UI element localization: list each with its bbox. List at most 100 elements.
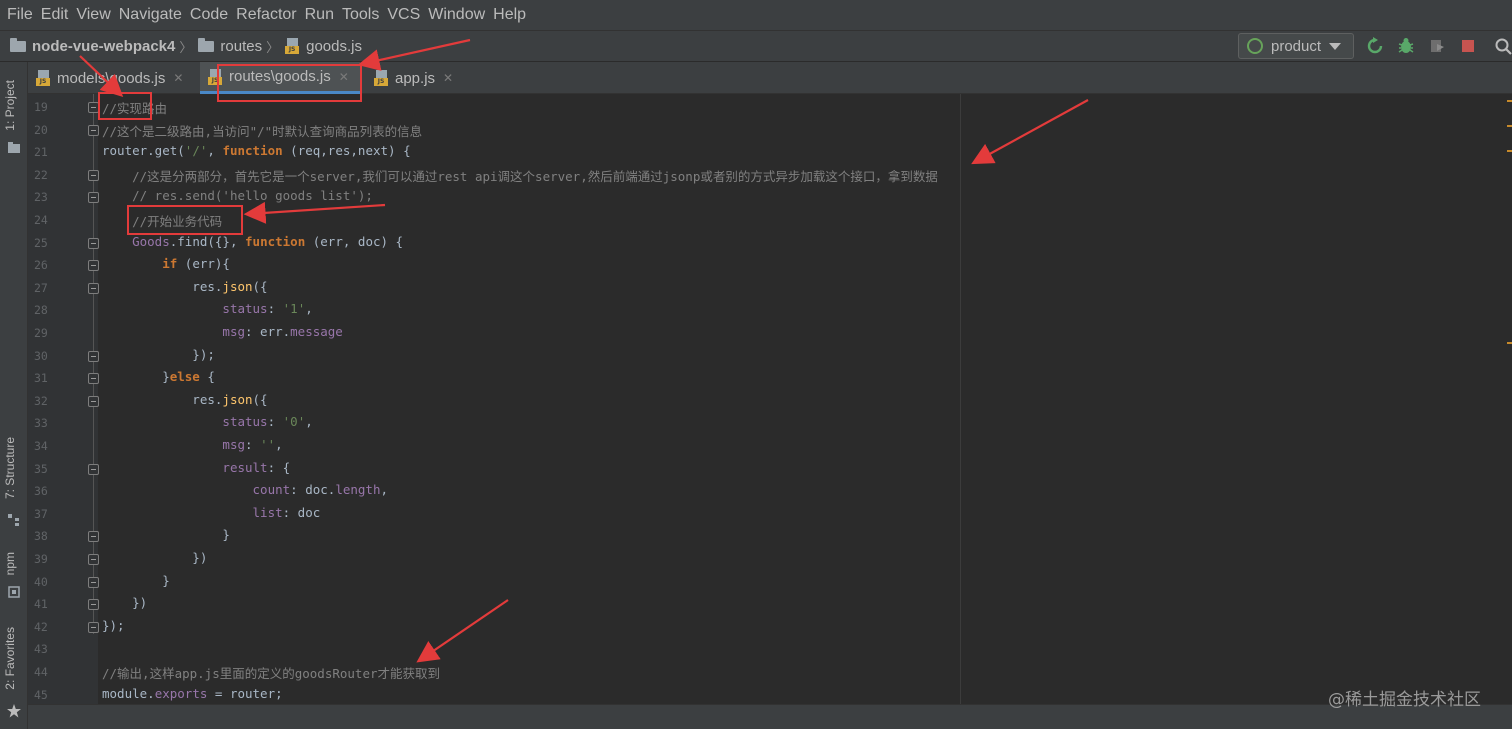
search-icon[interactable] bbox=[1494, 37, 1512, 55]
breadcrumb-file[interactable]: goods.js bbox=[306, 38, 362, 55]
menu-item-window[interactable]: Window bbox=[428, 6, 485, 24]
code-line[interactable]: //这是分两部分，首先它是一个server,我们可以通过rest api调这个s… bbox=[102, 166, 938, 185]
code-line[interactable]: }) bbox=[102, 550, 207, 565]
project-icon bbox=[8, 142, 20, 153]
code-editor[interactable]: 19 20 21 22 23 24 25 26 27 28 29 30 31 32 33 34 35 36 37 38… bbox=[28, 94, 1512, 704]
menu-bar: File Edit View Navigate Code Refactor Run Tools… bbox=[0, 0, 1512, 30]
code-line[interactable]: status: '1', bbox=[102, 301, 312, 316]
menu-item-file[interactable]: File bbox=[7, 6, 33, 24]
code-line[interactable]: count: doc.length, bbox=[102, 482, 388, 497]
close-icon[interactable]: ✕ bbox=[443, 71, 453, 85]
line-number: 19 bbox=[34, 100, 48, 114]
code-line[interactable]: router.get('/', function (req,res,next) … bbox=[102, 143, 411, 158]
scroll-marker bbox=[1507, 342, 1512, 344]
js-file-icon: JS bbox=[36, 70, 52, 86]
fold-marker[interactable] bbox=[88, 531, 99, 543]
menu-item-vcs[interactable]: VCS bbox=[387, 6, 420, 24]
fold-marker[interactable] bbox=[88, 237, 99, 249]
structure-tool-window-button[interactable]: 7: Structure bbox=[3, 437, 17, 499]
debug-icon[interactable] bbox=[1397, 37, 1415, 55]
code-line[interactable]: }); bbox=[102, 618, 125, 633]
coverage-icon[interactable] bbox=[1428, 37, 1446, 55]
project-tool-window-button[interactable]: 1: Project bbox=[3, 80, 17, 131]
line-number: 31 bbox=[34, 371, 48, 386]
close-icon[interactable]: ✕ bbox=[173, 71, 183, 85]
line-number: 37 bbox=[34, 506, 48, 521]
menu-item-view[interactable]: View bbox=[76, 6, 110, 24]
line-number: 41 bbox=[34, 597, 48, 612]
fold-marker[interactable] bbox=[88, 621, 99, 633]
code-line[interactable]: result: { bbox=[102, 460, 290, 475]
code-line[interactable]: msg: err.message bbox=[102, 324, 342, 339]
line-number: 42 bbox=[34, 619, 48, 634]
menu-item-edit[interactable]: Edit bbox=[41, 6, 69, 24]
fold-marker[interactable] bbox=[88, 395, 99, 407]
line-number: 44 bbox=[34, 665, 48, 679]
fold-marker[interactable] bbox=[88, 350, 99, 362]
right-margin-guide bbox=[960, 94, 961, 704]
fold-marker[interactable] bbox=[88, 260, 99, 272]
tab-app[interactable]: JS app.js ✕ bbox=[366, 62, 461, 94]
rerun-icon[interactable] bbox=[1366, 37, 1384, 55]
code-line[interactable]: } bbox=[102, 527, 230, 542]
line-number: 22 bbox=[34, 167, 48, 182]
breadcrumb-project[interactable]: node-vue-webpack4 bbox=[32, 38, 175, 55]
run-configuration-label: product bbox=[1271, 37, 1322, 55]
code-line[interactable]: res.json({ bbox=[102, 279, 267, 294]
scroll-marker bbox=[1507, 150, 1512, 152]
menu-item-code[interactable]: Code bbox=[190, 6, 228, 24]
code-line[interactable]: module.exports = router; bbox=[102, 686, 283, 701]
code-line[interactable]: res.json({ bbox=[102, 392, 267, 407]
menu-item-help[interactable]: Help bbox=[493, 6, 526, 24]
line-number: 24 bbox=[34, 213, 48, 227]
line-number: 30 bbox=[34, 348, 48, 363]
code-line[interactable]: Goods.find({}, function (err, doc) { bbox=[102, 234, 403, 249]
run-configuration-dropdown[interactable]: product bbox=[1238, 33, 1354, 59]
line-number: 25 bbox=[34, 235, 48, 250]
code-line[interactable]: status: '0', bbox=[102, 414, 312, 429]
folder-icon bbox=[10, 37, 26, 52]
fold-marker[interactable] bbox=[88, 192, 99, 204]
tab-label: models\goods.js bbox=[57, 69, 166, 87]
tab-models-goods[interactable]: JS models\goods.js ✕ bbox=[28, 62, 198, 94]
npm-tool-window-button[interactable]: npm bbox=[3, 552, 17, 575]
fold-marker[interactable] bbox=[88, 373, 99, 385]
favorites-tool-window-button[interactable]: 2: Favorites bbox=[3, 627, 17, 690]
fold-marker[interactable] bbox=[88, 169, 99, 181]
code-line[interactable]: // res.send('hello goods list'); bbox=[102, 188, 373, 203]
annotation-box-route-comment bbox=[98, 92, 152, 120]
code-line[interactable]: }); bbox=[102, 347, 215, 362]
stop-icon[interactable] bbox=[1459, 37, 1477, 55]
code-line[interactable]: } bbox=[102, 573, 170, 588]
breadcrumb-folder[interactable]: routes bbox=[220, 38, 262, 55]
line-number: 28 bbox=[34, 303, 48, 318]
structure-icon bbox=[8, 514, 19, 526]
fold-marker[interactable] bbox=[88, 576, 99, 588]
fold-marker[interactable] bbox=[88, 599, 99, 611]
line-number: 43 bbox=[34, 642, 48, 657]
line-number: 34 bbox=[34, 439, 48, 453]
line-number: 38 bbox=[34, 529, 48, 544]
line-number: 23 bbox=[34, 190, 48, 205]
chevron-down-icon bbox=[1329, 42, 1342, 50]
annotation-box-business-comment bbox=[127, 205, 243, 235]
fold-marker[interactable] bbox=[88, 282, 99, 294]
menu-item-tools[interactable]: Tools bbox=[342, 6, 379, 24]
fold-marker[interactable] bbox=[88, 554, 99, 565]
menu-item-refactor[interactable]: Refactor bbox=[236, 6, 296, 24]
code-line[interactable]: }) bbox=[102, 595, 147, 610]
nodejs-icon bbox=[1247, 38, 1263, 54]
code-line[interactable]: }else { bbox=[102, 369, 215, 384]
code-line[interactable]: list: doc bbox=[102, 505, 321, 520]
fold-marker[interactable] bbox=[88, 124, 99, 136]
status-bar bbox=[28, 704, 1512, 729]
code-line[interactable]: if (err){ bbox=[102, 256, 230, 271]
menu-item-navigate[interactable]: Navigate bbox=[119, 6, 182, 24]
fold-marker[interactable] bbox=[88, 463, 99, 475]
menu-item-run[interactable]: Run bbox=[305, 6, 334, 24]
code-line[interactable]: //输出,这样app.js里面的定义的goodsRouter才能获取到 bbox=[102, 663, 440, 682]
code-line[interactable]: //这个是二级路由,当访问"/"时默认查询商品列表的信息 bbox=[102, 121, 422, 140]
line-number: 36 bbox=[34, 484, 48, 499]
code-line[interactable]: msg: '', bbox=[102, 437, 282, 452]
line-number: 21 bbox=[34, 145, 48, 160]
